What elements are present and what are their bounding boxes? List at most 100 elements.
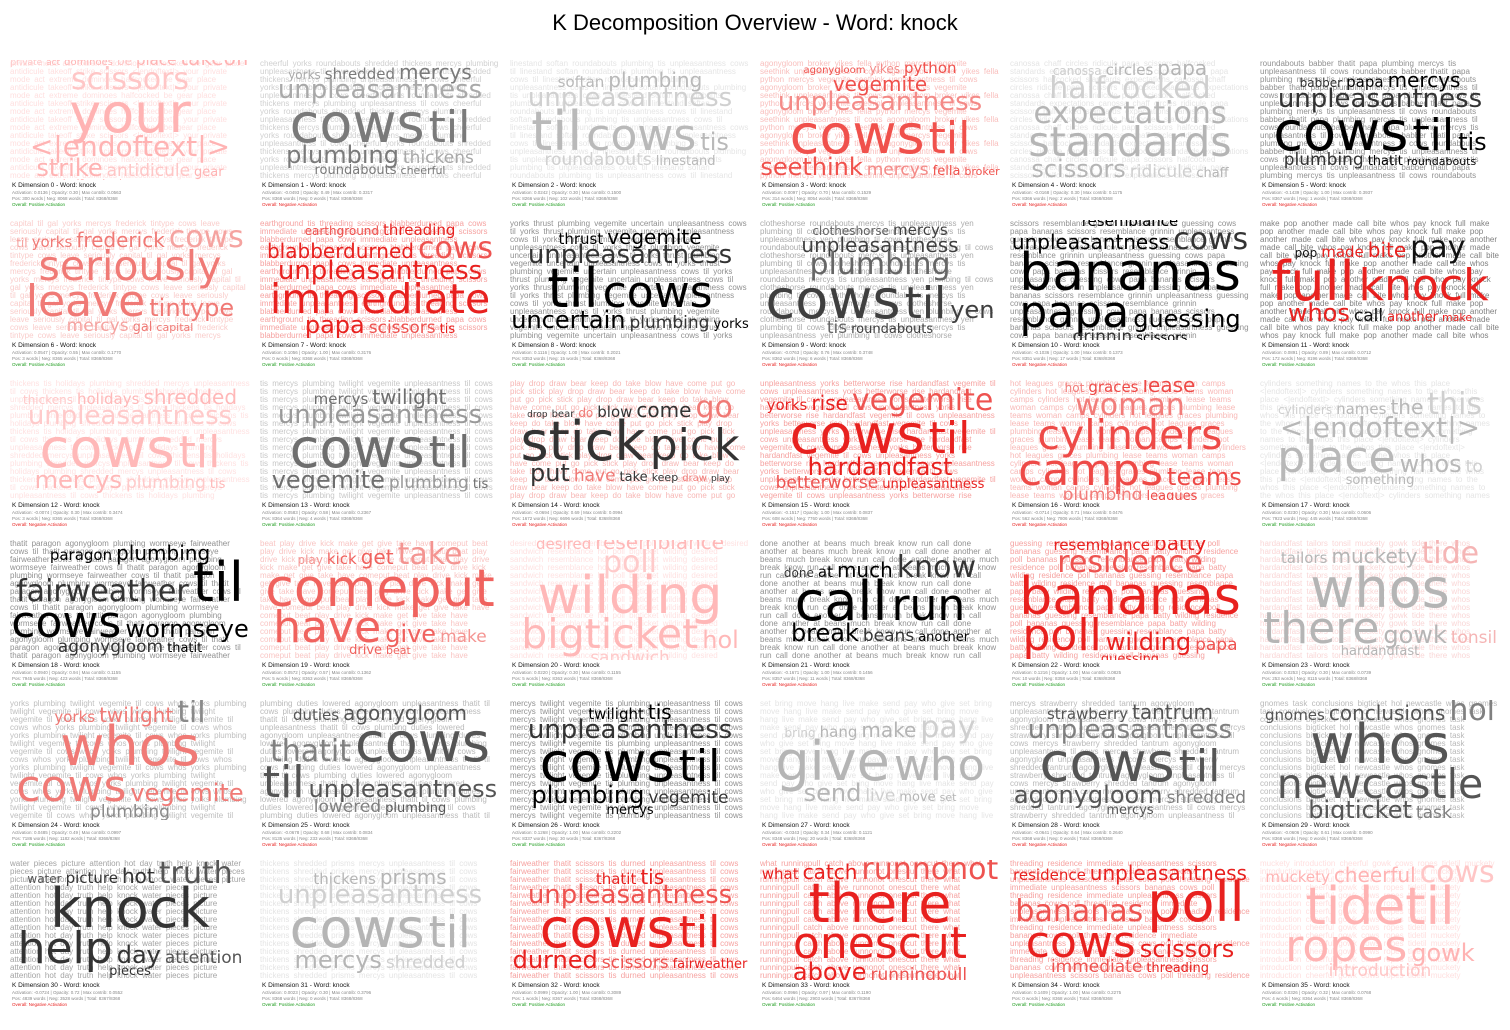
overall-status: Overall: Positive Activation: [1012, 1002, 1066, 1007]
cloud-word: plumbing: [125, 473, 206, 494]
panel-title: K Dimension 22 - Word: knock: [1012, 662, 1100, 669]
dimension-panel: done another at beans much break know ru…: [760, 540, 1000, 692]
cloud-word: send: [803, 779, 862, 808]
panel-caption: K Dimension 29 - Word: knock Activation: …: [1262, 822, 1500, 848]
panel-title: K Dimension 25 - Word: knock: [262, 822, 350, 829]
dimension-panel: fairweather thatit scissors tis durned u…: [510, 860, 750, 1012]
cloud-word: resemblance: [1081, 220, 1179, 231]
panel-title: K Dimension 35 - Word: knock: [1262, 982, 1350, 989]
word-cloud: play drop draw bear keep do take blow ha…: [510, 380, 750, 500]
overall-status: Overall: Negative Activation: [12, 522, 68, 527]
cloud-word: bigticket: [1308, 796, 1412, 820]
panel-title: K Dimension 4 - Word: knock: [1012, 182, 1097, 189]
panel-title: K Dimension 16 - Word: knock: [1012, 502, 1100, 509]
panel-title: K Dimension 21 - Word: knock: [762, 662, 850, 669]
cloud-word: what: [761, 864, 799, 883]
cloud-word: plumbing: [629, 313, 710, 334]
cloud-word: wilding: [1105, 628, 1192, 657]
panel-caption: K Dimension 14 - Word: knock Activation: …: [512, 502, 750, 528]
panel-caption: K Dimension 10 - Word: knock Activation: …: [1012, 342, 1250, 368]
overall-status: Overall: Positive Activation: [262, 1002, 316, 1007]
cloud-word: scissors: [1139, 935, 1235, 964]
word-cloud: muckety introduction cheerful gowk cows …: [1260, 860, 1500, 980]
cloud-word: grinnin: [1072, 326, 1133, 340]
cloud-word: plumbing: [90, 801, 170, 820]
panel-title: K Dimension 19 - Word: knock: [262, 662, 350, 669]
cloud-word: tis: [439, 322, 456, 338]
figure-title: K Decomposition Overview - Word: knock: [552, 10, 958, 35]
cloud-word: thatit: [167, 641, 203, 657]
cloud-word: to: [1465, 457, 1483, 478]
panel-title: K Dimension 20 - Word: knock: [512, 662, 600, 669]
panel-caption: K Dimension 30 - Word: knock Activation: …: [12, 982, 250, 1008]
cloud-word: chaff: [1196, 165, 1229, 180]
cloud-word: there: [1262, 603, 1380, 655]
dimension-panel: roundabouts babber thatit papa plumbing …: [1260, 60, 1500, 212]
overall-status: Overall: Negative Activation: [762, 522, 818, 527]
cloud-word: mercys: [866, 159, 929, 180]
cloud-word: mercys: [1106, 802, 1154, 818]
panel-title: K Dimension 27 - Word: knock: [762, 822, 850, 829]
panel-title: K Dimension 32 - Word: knock: [512, 982, 600, 989]
overall-status: Overall: Positive Activation: [512, 362, 566, 367]
cloud-word: roundabouts: [1406, 155, 1477, 169]
cloud-word: agonygloom: [57, 637, 164, 658]
word-cloud: linestand softan roundabouts plumbing ti…: [510, 60, 750, 180]
overall-status: Overall: Negative Activation: [1012, 522, 1068, 527]
cloud-word: scissors: [368, 318, 436, 339]
panel-title: K Dimension 14 - Word: knock: [512, 502, 600, 509]
overall-status: Overall: Positive Activation: [512, 1002, 566, 1007]
panel-caption: K Dimension 20 - Word: knock Activation: …: [512, 662, 750, 688]
cloud-word: leagues: [1146, 488, 1198, 500]
cloud-word: cows: [11, 597, 122, 649]
dimension-panel: threading residence immediate unpleasant…: [1010, 860, 1250, 1012]
panel-caption: K Dimension 11 - Word: knock Activation: …: [1262, 342, 1500, 368]
cloud-word: takeoff: [180, 60, 249, 68]
cloud-word: whos: [1399, 450, 1462, 479]
dimension-panel: make pop another made call bite whos pay…: [1260, 220, 1500, 372]
overall-status: Overall: Negative Activation: [1262, 202, 1318, 207]
overall-status: Overall: Negative Activation: [12, 1002, 68, 1007]
panel-title: K Dimension 17 - Word: knock: [1262, 502, 1350, 509]
cloud-word: immediate: [269, 274, 491, 323]
panel-caption: K Dimension 23 - Word: knock Activation: …: [1262, 662, 1500, 688]
dimension-panel: hot leagues graces plumbing lease teams …: [1010, 380, 1250, 532]
cloud-word: who: [893, 740, 985, 792]
dimension-panel: beat play drive kick make get give take …: [260, 540, 500, 692]
cloud-word: mercys: [34, 466, 122, 495]
cloud-word: put: [529, 459, 570, 488]
overall-status: Overall: Positive Activation: [262, 362, 316, 367]
panel-caption: K Dimension 26 - Word: knock Activation: …: [512, 822, 750, 848]
word-cloud: capital til gal yorks mercys frederick t…: [10, 220, 250, 340]
cloud-word: pick: [649, 420, 740, 472]
cloud-word: ridicule: [1129, 161, 1193, 180]
cloud-word: papa: [1019, 286, 1130, 338]
cloud-word: gal: [132, 320, 153, 336]
cloud-word: paragon: [49, 545, 113, 564]
cloud-word: draw: [682, 473, 707, 485]
dimension-panel: canossa chaff circles ridicule papa scis…: [1010, 60, 1250, 212]
dimension-panel: unpleasantness yorks betterworse rise ha…: [760, 380, 1000, 532]
word-cloud: thickens shredded prisms mercys unpleasa…: [260, 860, 500, 980]
cloud-word: linestand: [655, 154, 716, 170]
cloud-word: fairweather: [672, 957, 748, 973]
overall-status: Overall: Positive Activation: [1262, 522, 1316, 527]
cloud-word: cows: [586, 109, 697, 161]
cloud-word: uncertain: [511, 306, 626, 335]
cloud-word: cows: [765, 267, 901, 331]
overall-status: Overall: Positive Activation: [762, 1002, 816, 1007]
dimension-panel: gnomes task conclusions bigticket hol ne…: [1260, 700, 1500, 852]
cloud-word: seethink: [760, 152, 863, 180]
panel-title: K Dimension 23 - Word: knock: [1262, 662, 1350, 669]
cloud-word: give: [385, 620, 437, 649]
panel-title: K Dimension 11 - Word: knock: [1262, 342, 1350, 349]
dimension-panel: mercys twilight vegemite tis plumbing un…: [510, 700, 750, 852]
dimension-panel: yorks plumbing twilight vegemite til cow…: [10, 700, 250, 852]
cloud-word: scissors: [1031, 154, 1126, 180]
cloud-word: bite: [1367, 237, 1407, 262]
cloud-word: have: [273, 602, 382, 654]
overall-status: Overall: Negative Activation: [1012, 362, 1068, 367]
panel-title: K Dimension 34 - Word: knock: [1012, 982, 1100, 989]
word-cloud: set bring move hang live make send pay w…: [760, 700, 1000, 820]
panel-title: K Dimension 6 - Word: knock: [12, 342, 97, 349]
